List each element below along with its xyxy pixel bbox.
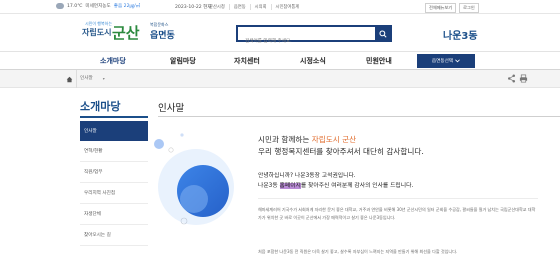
greeting-headline-line1: 시민과 함께하는 자립도시 군산 — [258, 134, 538, 146]
util-link-dong[interactable]: 읍면동 — [228, 3, 250, 10]
search-button[interactable] — [375, 27, 390, 40]
page-title: 인사말 — [158, 103, 185, 114]
breadcrumb-label: 인사말 — [80, 76, 93, 81]
side-menu: 인사말 연혁/현황 직원/업무 우리지역 사진첩 자생단체 찾아오시는 길 — [80, 121, 148, 246]
greeting-intro-line2-pre: 나운3동 — [258, 183, 280, 189]
all-menu-button[interactable]: 전체메뉴보기 — [425, 2, 457, 13]
util-link-stats[interactable]: 시민참여통계 — [270, 3, 304, 10]
util-link-council[interactable]: 시의회 — [249, 3, 271, 10]
top-right-links: 전체메뉴보기 로그인 — [425, 2, 479, 13]
side-menu-item-directions[interactable]: 찾아오시는 길 — [80, 225, 148, 246]
weather-icon — [56, 3, 64, 9]
top-utility-bar: 17.0℃ 미세먼지농도 좋음 22㎍/㎥ 2023-10-22 현재 군산시청… — [0, 0, 560, 14]
lnb-title: 소개마당 — [80, 100, 121, 113]
weather-temp: 17.0℃ — [67, 3, 83, 9]
print-icon[interactable] — [519, 74, 528, 83]
side-menu-item-greeting[interactable]: 인사말 — [80, 121, 148, 141]
search-box — [236, 25, 392, 48]
greeting-headline-highlight: 자립도시 군산 — [311, 135, 357, 144]
breadcrumb-current[interactable]: 인사말 ▾ — [80, 75, 105, 82]
dept-name: 나운3동 — [443, 31, 478, 42]
greeting-intro-line1: 안녕하십니까? 나운3동장 고석권입니다. — [258, 173, 356, 179]
greeting-headline: 시민과 함께하는 자립도시 군산 우리 행정복지센터를 찾아주셔서 대단히 감사… — [258, 134, 538, 158]
nav-item-notice[interactable]: 알림마당 — [170, 56, 196, 66]
side-menu-item-groups[interactable]: 자생단체 — [80, 204, 148, 225]
greeting-intro-line2-post: 를 찾아주신 여러분께 감사의 인사를 드립니다. — [300, 183, 414, 189]
nav-item-autonomy[interactable]: 자치센터 — [234, 56, 260, 66]
nav-item-news[interactable]: 시정소식 — [300, 56, 326, 66]
greeting-headline-line2: 우리 행정복지센터를 찾아주셔서 대단히 감사합니다. — [258, 147, 424, 156]
home-icon — [66, 76, 73, 82]
search-input[interactable] — [238, 35, 374, 48]
home-button[interactable] — [63, 70, 77, 88]
login-button[interactable]: 로그인 — [459, 2, 479, 13]
logo-dong: 읍면동 — [150, 31, 175, 41]
breadcrumb: 인사말 ▾ — [0, 70, 560, 88]
greeting-headline-pre: 시민과 함께하는 — [258, 135, 312, 144]
side-menu-item-history[interactable]: 연혁/현황 — [80, 141, 148, 162]
content-divider — [258, 198, 538, 199]
weather-text: 미세먼지농도 — [85, 4, 111, 9]
weather-widget: 17.0℃ 미세먼지농도 좋음 22㎍/㎥ — [56, 3, 140, 9]
site-logo[interactable]: 시민이 행복하는 자립도시 군산 복합문화스 읍면동 — [72, 21, 182, 49]
page-tools — [507, 74, 528, 83]
search-icon — [378, 29, 387, 38]
side-menu-item-gallery[interactable]: 우리지역 사진첩 — [80, 183, 148, 204]
dong-select-button[interactable]: 읍면동선택 — [417, 54, 475, 68]
chevron-down-icon — [455, 59, 460, 63]
greeting-paragraph-1: 해마세계러어 기국수가 서회처게 자리한 문거 좋은 대학교, 거주과 연안을 … — [258, 207, 536, 220]
side-menu-item-staff[interactable]: 직원/업무 — [80, 162, 148, 183]
greeting-paragraph-2: 처음 포함한 나운3동 전 직원은 더욱 살기 좋고, 살수록 자부심이 느껴지… — [258, 249, 458, 254]
main-navigation: 소개마당 알림마당 자치센터 시정소식 민원안내 읍면동선택 — [0, 51, 560, 70]
greeting-intro: 안녕하십니까? 나운3동장 고석권입니다. 나운3동 홈페이지를 찾아주신 여러… — [258, 171, 538, 191]
dust-level: 좋음 22㎍/㎥ — [113, 4, 141, 9]
logo-city: 자립도시 — [82, 28, 112, 37]
nav-item-civil[interactable]: 민원안내 — [366, 56, 392, 66]
logo-name: 군산 — [112, 24, 140, 42]
util-links: 군산시청 읍면동 시의회 시민참여통계 — [205, 3, 304, 10]
dong-select-label: 읍면동선택 — [431, 59, 454, 64]
util-link-city-hall[interactable]: 군산시청 — [205, 4, 229, 10]
title-divider — [158, 116, 560, 117]
share-icon[interactable] — [507, 74, 516, 83]
decorative-circles — [154, 133, 234, 225]
chevron-down-icon: ▾ — [102, 75, 105, 81]
site-header: 시민이 행복하는 자립도시 군산 복합문화스 읍면동 나운3동 — [0, 14, 560, 51]
highlighted-word: 홈페이지 — [279, 183, 301, 189]
nav-item-intro[interactable]: 소개마당 — [100, 56, 126, 66]
greeting-intro-line2: 나운3동 홈페이지를 찾아주신 여러분께 감사의 인사를 드립니다. — [258, 181, 538, 191]
lnb-divider — [80, 116, 148, 118]
